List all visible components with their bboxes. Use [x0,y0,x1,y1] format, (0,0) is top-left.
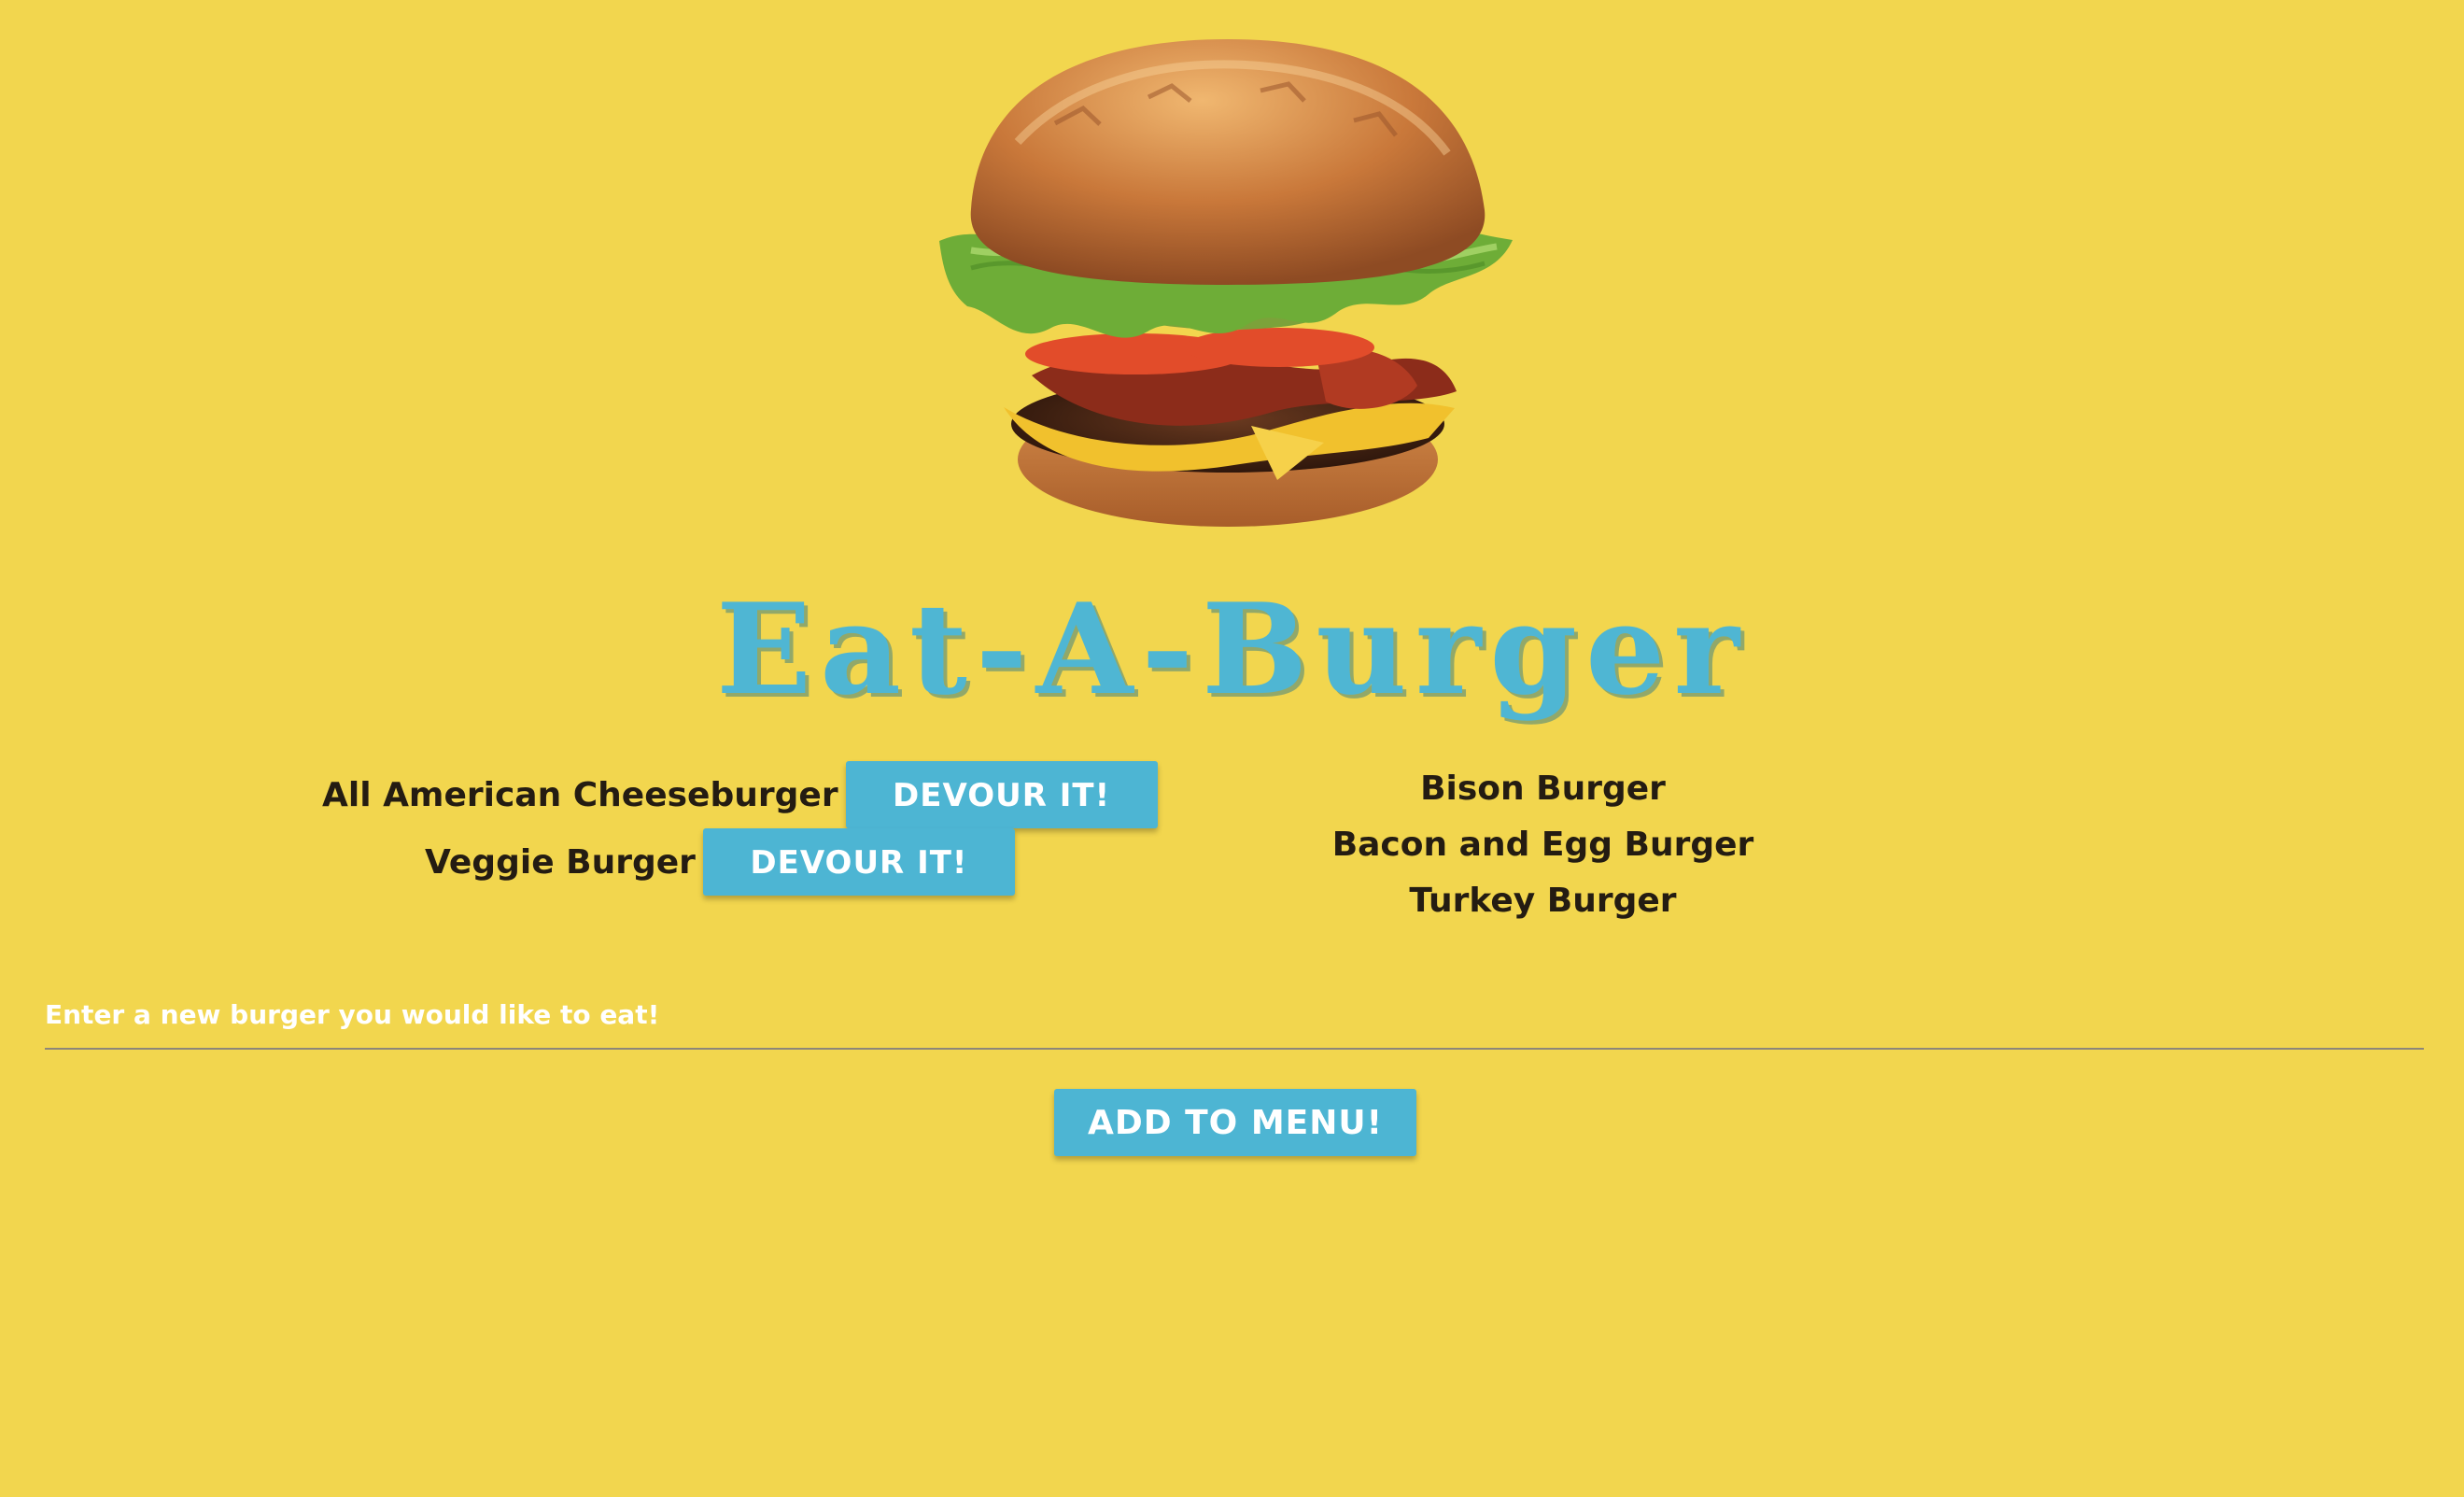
devoured-burger-item: Bison Burger [1420,770,1666,808]
uneaten-burger-row: Veggie Burger DEVOUR IT! [425,828,1015,896]
add-to-menu-button[interactable]: ADD TO MENU! [1054,1089,1416,1156]
devour-button[interactable]: DEVOUR IT! [702,828,1015,896]
page-title: Eat-A-Burger [716,575,1748,723]
devoured-burger-item: Bacon and Egg Burger [1331,826,1754,864]
devoured-burger-item: Turkey Burger [1409,882,1677,920]
uneaten-burger-name: All American Cheeseburger [322,775,838,814]
devoured-burger-list: Bison Burger Bacon and Egg Burger Turkey… [1260,761,1825,929]
devour-button[interactable]: DEVOUR IT! [845,761,1158,828]
uneaten-burger-row: All American Cheeseburger DEVOUR IT! [322,761,1158,828]
burger-hero-image [934,30,1541,553]
uneaten-burger-name: Veggie Burger [425,842,696,882]
new-burger-input[interactable] [45,981,2424,1050]
